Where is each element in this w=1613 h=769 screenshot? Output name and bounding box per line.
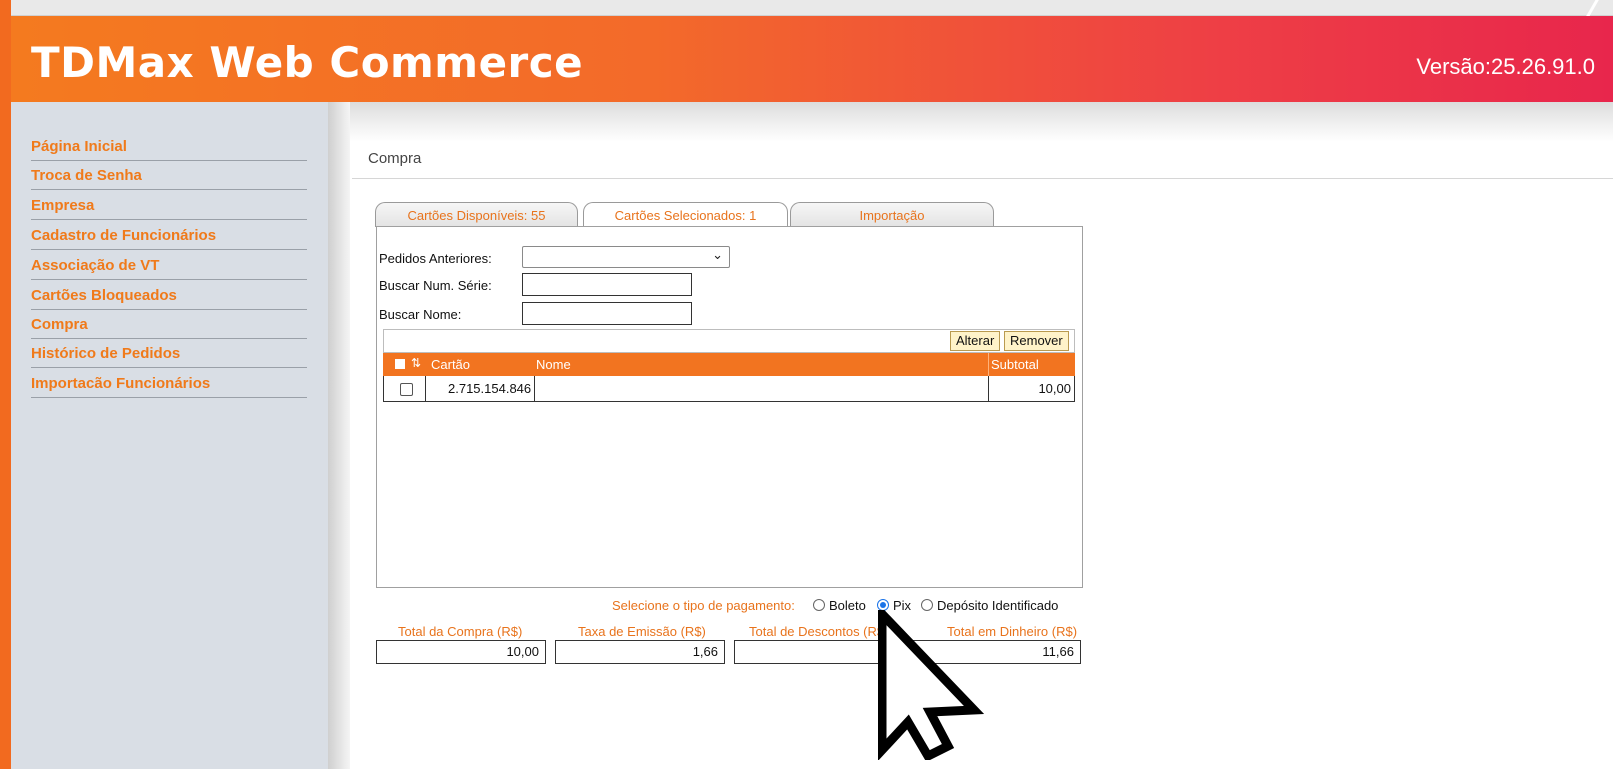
buscar-serie-label: Buscar Num. Série: — [379, 278, 492, 293]
sidebar-item-importacao-funcionarios[interactable]: Importacão Funcionários — [31, 368, 307, 398]
decorative-slash — [1573, 0, 1613, 16]
sidebar-item-pagina-inicial[interactable]: Página Inicial — [31, 131, 307, 161]
page-title: Compra — [368, 150, 422, 167]
total-compra-label: Total da Compra (R$) — [398, 624, 523, 639]
cell-subtotal: 10,00 — [1038, 381, 1071, 396]
tab-cartoes-selecionados[interactable]: Cartões Selecionados: 1 — [583, 202, 788, 228]
column-separator — [988, 353, 989, 376]
tab-importacao[interactable]: Importação — [790, 202, 994, 227]
total-compra-field: 10,00 — [376, 640, 546, 664]
buscar-serie-input[interactable] — [522, 273, 692, 296]
sidebar-item-cartoes-bloqueados[interactable]: Cartões Bloqueados — [31, 280, 307, 310]
row-checkbox[interactable] — [400, 383, 413, 396]
sidebar-item-historico-pedidos[interactable]: Histórico de Pedidos — [31, 338, 307, 368]
sidebar-item-cadastro-funcionarios[interactable]: Cadastro de Funcionários — [31, 220, 307, 250]
cell-cartao: 2.715.154.846 — [448, 381, 532, 396]
radio-boleto-label[interactable]: Boleto — [829, 598, 866, 613]
version-label: Versão:25.26.91.0 — [1416, 54, 1595, 79]
tab-cartoes-disponiveis[interactable]: Cartões Disponíveis: 55 — [375, 202, 578, 227]
sidebar-item-troca-de-senha[interactable]: Troca de Senha — [31, 160, 307, 190]
sidebar-item-associacao-vt[interactable]: Associação de VT — [31, 250, 307, 280]
content-left-shadow — [328, 102, 350, 769]
cell-separator — [534, 376, 535, 401]
app-title: TDMax Web Commerce — [31, 38, 584, 87]
title-divider — [352, 178, 1613, 179]
app-header: TDMax Web Commerce Versão:25.26.91.0 — [11, 16, 1613, 102]
buscar-nome-label: Buscar Nome: — [379, 307, 462, 322]
column-header-cartao[interactable]: Cartão — [431, 357, 470, 372]
pedidos-anteriores-label: Pedidos Anteriores: — [379, 251, 492, 266]
taxa-emissao-label: Taxa de Emissão (R$) — [578, 624, 706, 639]
column-header-subtotal[interactable]: Subtotal — [991, 357, 1039, 372]
sidebar: Página Inicial Troca de Senha Empresa Ca… — [11, 102, 328, 769]
browser-top-strip — [0, 0, 1613, 16]
select-all-checkbox[interactable] — [395, 359, 405, 369]
pedidos-anteriores-select[interactable]: ⌄ — [522, 246, 730, 268]
total-descontos-label: Total de Descontos (R$) — [749, 624, 889, 639]
remover-button[interactable]: Remover — [1004, 331, 1069, 351]
alterar-button[interactable]: Alterar — [950, 331, 1001, 351]
mouse-pointer-icon — [878, 610, 985, 760]
grid-header: ⇅ Cartão Nome Subtotal — [383, 353, 1075, 376]
sidebar-item-compra[interactable]: Compra — [31, 309, 307, 339]
decorative-left-bar — [0, 0, 11, 769]
taxa-emissao-field: 1,66 — [555, 640, 725, 664]
content-top-shadow — [328, 102, 1613, 142]
buscar-nome-input[interactable] — [522, 302, 692, 325]
payment-type-prompt: Selecione o tipo de pagamento: — [612, 598, 795, 613]
sidebar-item-empresa[interactable]: Empresa — [31, 190, 307, 220]
cell-separator — [988, 376, 989, 401]
column-header-nome[interactable]: Nome — [536, 357, 571, 372]
cell-separator — [425, 376, 426, 401]
chevron-down-icon: ⌄ — [712, 248, 723, 263]
sort-icon[interactable]: ⇅ — [411, 356, 421, 370]
radio-boleto[interactable] — [813, 599, 825, 611]
table-row[interactable]: 2.715.154.846 10,00 — [383, 376, 1075, 402]
